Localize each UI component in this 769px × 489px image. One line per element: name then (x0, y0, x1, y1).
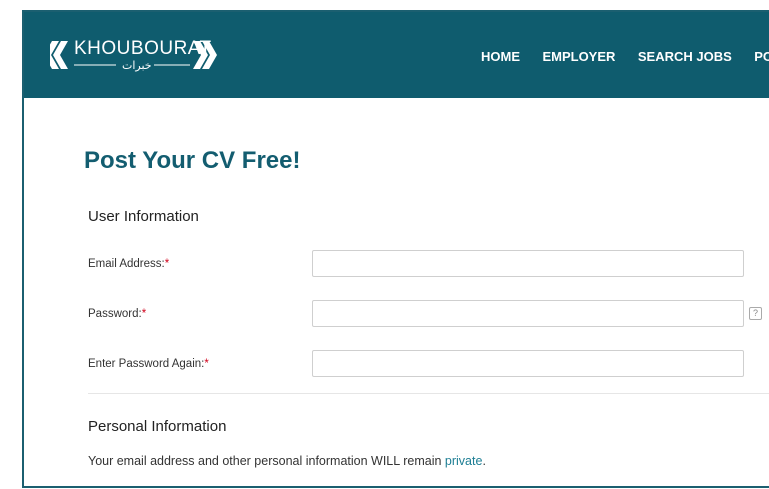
brand-arabic-name: خبرات (122, 59, 152, 72)
nav-employer[interactable]: EMPLOYER (542, 49, 615, 64)
email-label: Email Address:* (88, 258, 169, 270)
privacy-link[interactable]: private (445, 454, 483, 468)
nav-post-your-cv[interactable]: POST Y (754, 49, 769, 64)
password-again-label: Enter Password Again:* (88, 358, 209, 370)
password-label: Password:* (88, 308, 146, 320)
privacy-note-text: Your email address and other personal in… (88, 454, 445, 468)
section-divider (88, 393, 769, 394)
site-header: KHOUBOURAT خبرات HOME EMPLOYER SEARCH JO… (24, 12, 769, 98)
password-help-icon[interactable]: ? (749, 307, 762, 320)
nav-home[interactable]: HOME (481, 49, 520, 64)
email-label-text: Email Address: (88, 258, 165, 270)
password-again-field[interactable] (312, 350, 744, 377)
password-again-label-text: Enter Password Again: (88, 358, 205, 370)
password-field[interactable] (312, 300, 744, 327)
main-nav: HOME EMPLOYER SEARCH JOBS POST Y (481, 48, 769, 66)
privacy-note-end: . (482, 454, 486, 468)
page-title: Post Your CV Free! (84, 147, 301, 174)
page-frame: KHOUBOURAT خبرات HOME EMPLOYER SEARCH JO… (22, 10, 769, 488)
password-label-text: Password: (88, 308, 142, 320)
required-mark: * (141, 308, 147, 320)
email-field[interactable] (312, 250, 744, 277)
user-information-heading: User Information (88, 208, 199, 225)
brand-logo[interactable]: KHOUBOURAT خبرات (50, 38, 220, 72)
required-mark: * (204, 358, 209, 370)
personal-information-heading: Personal Information (88, 418, 227, 435)
nav-search-jobs[interactable]: SEARCH JOBS (638, 49, 732, 64)
required-mark: * (164, 258, 170, 270)
privacy-note: Your email address and other personal in… (88, 454, 486, 468)
brand-name: KHOUBOURAT (74, 38, 212, 59)
